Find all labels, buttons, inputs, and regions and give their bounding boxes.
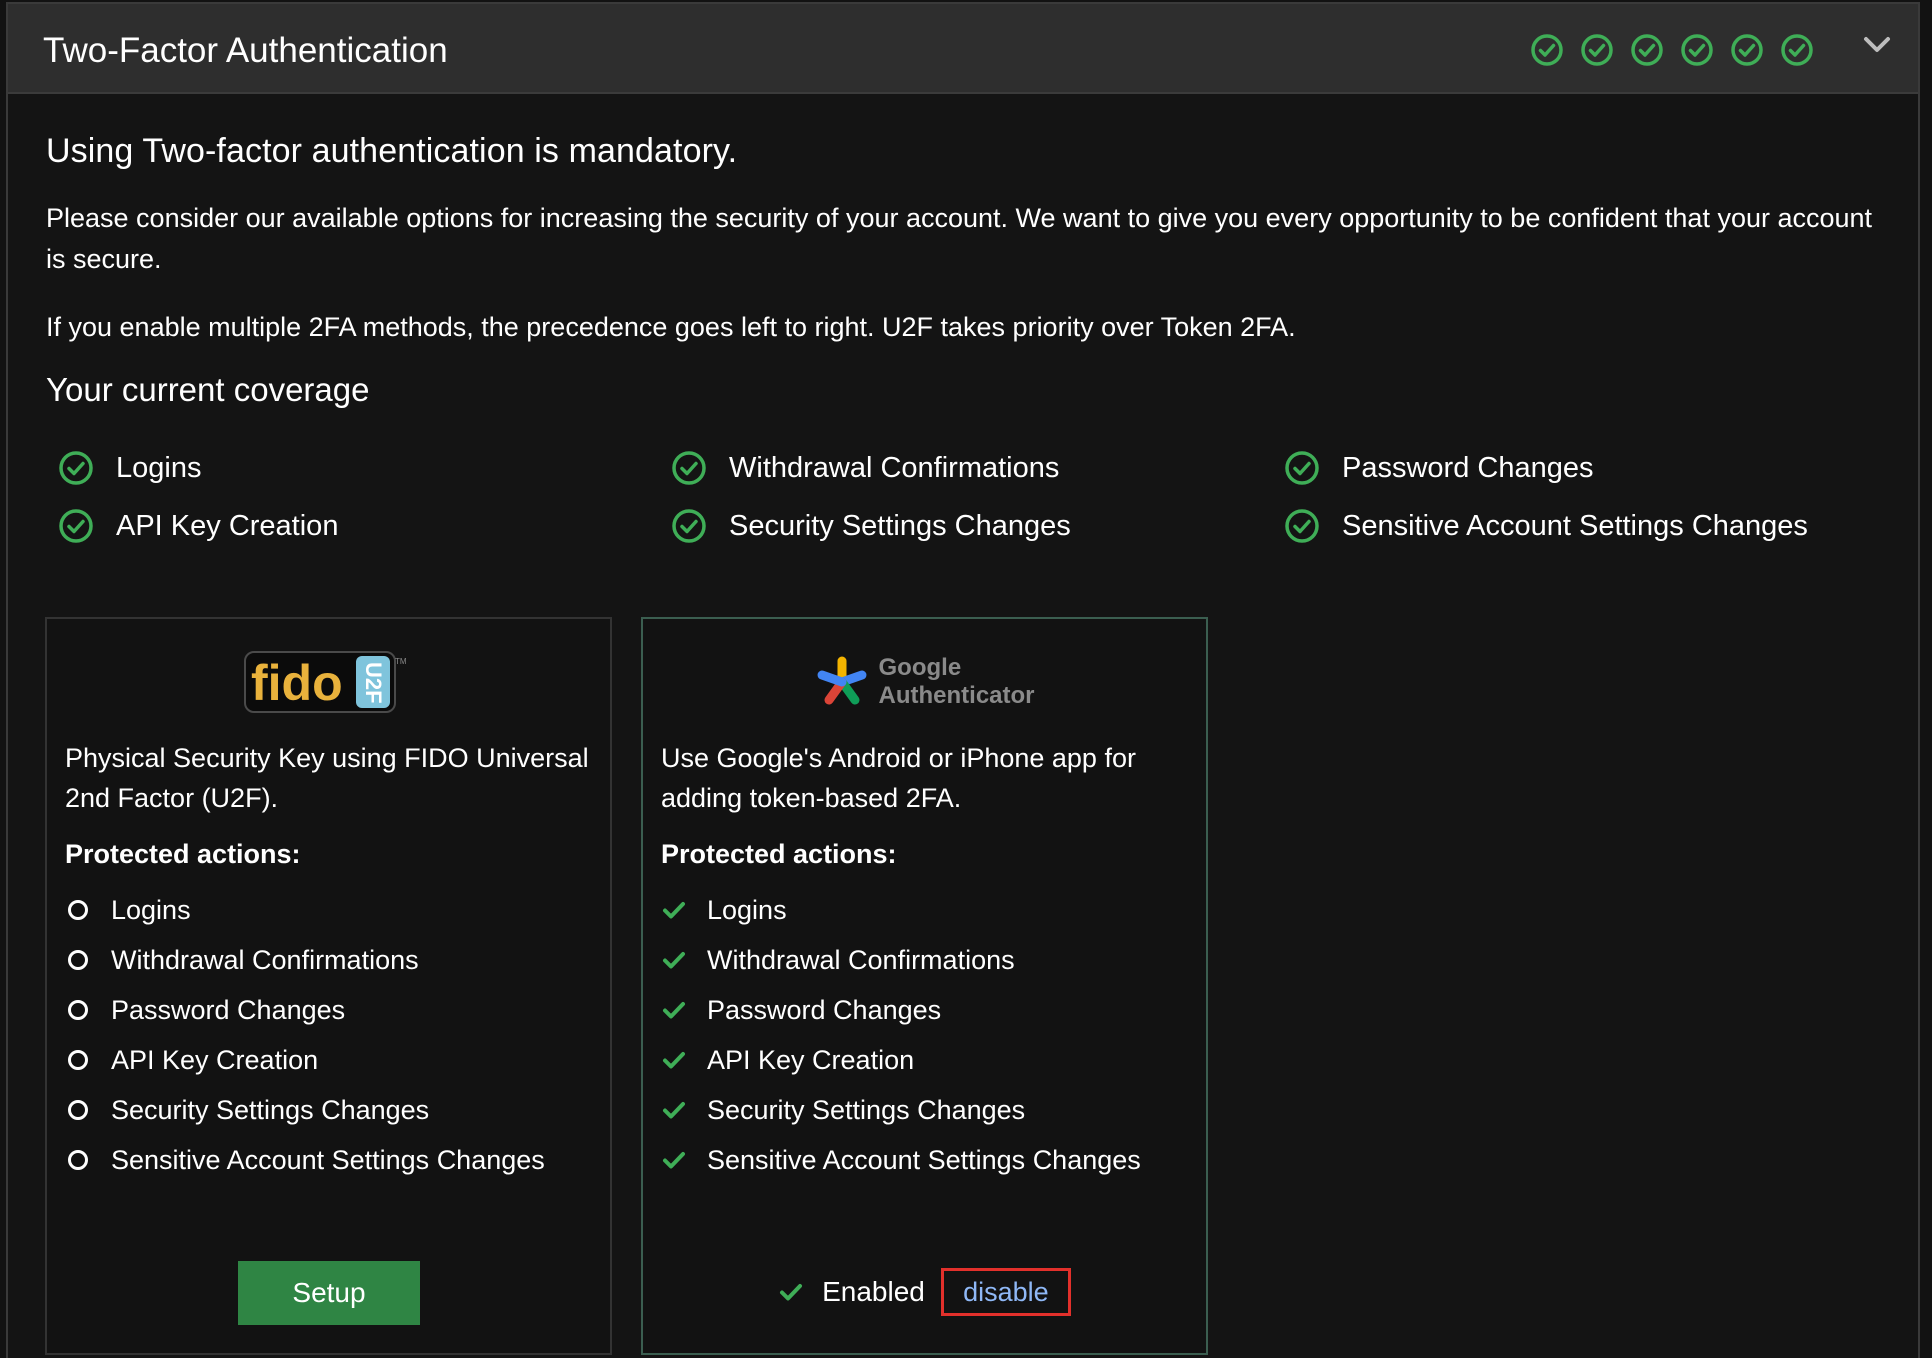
empty-circle-icon <box>68 950 88 970</box>
list-item: Sensitive Account Settings Changes <box>661 1135 1141 1185</box>
google-protected-actions: Logins Withdrawal Confirmations Password… <box>661 885 1141 1185</box>
coverage-item: Security Settings Changes <box>671 497 1284 555</box>
action-label: Logins <box>111 894 191 925</box>
coverage-label: API Key Creation <box>116 509 339 542</box>
disable-button[interactable]: disable <box>940 1268 1071 1316</box>
logo-line-authenticator: Authenticator <box>878 682 1035 709</box>
check-icon <box>663 1102 685 1119</box>
google-authenticator-wordmark: Google Authenticator <box>879 654 1035 710</box>
action-label: Security Settings Changes <box>707 1094 1026 1125</box>
coverage-label: Logins <box>116 451 202 484</box>
empty-circle-icon <box>68 1050 88 1070</box>
action-label: Withdrawal Confirmations <box>111 944 419 975</box>
google-status-row: Enabled disable <box>643 1267 1206 1317</box>
empty-circle-icon <box>68 1150 88 1170</box>
check-circle-icon <box>1731 34 1763 66</box>
check-circle-icon <box>1581 34 1613 66</box>
check-icon <box>663 1052 685 1069</box>
list-item: Security Settings Changes <box>661 1085 1141 1135</box>
chevron-down-icon[interactable] <box>1860 30 1894 60</box>
action-label: Password Changes <box>707 994 942 1025</box>
check-circle-icon <box>672 451 706 485</box>
logo-line-google: Google <box>878 654 962 681</box>
header-status-icons <box>1530 33 1814 67</box>
coverage-label: Security Settings Changes <box>729 509 1071 542</box>
mandatory-notice: Using Two-factor authentication is manda… <box>46 132 738 170</box>
coverage-item: API Key Creation <box>58 497 671 555</box>
check-circle-icon <box>1285 509 1319 543</box>
enabled-status: Enabled <box>822 1276 925 1307</box>
panel-title: Two-Factor Authentication <box>43 31 448 70</box>
fido-logo-tm: TM <box>395 657 407 666</box>
check-circle-icon <box>1285 451 1319 485</box>
google-authenticator-icon <box>817 656 866 705</box>
google-description: Use Google's Android or iPhone app for a… <box>661 743 1136 813</box>
coverage-label: Sensitive Account Settings Changes <box>1342 509 1808 542</box>
coverage-heading: Your current coverage <box>46 371 370 408</box>
fido-logo-icon: fido U2F TM <box>243 651 407 713</box>
list-item: Password Changes <box>661 985 1141 1035</box>
list-item: Logins <box>65 885 545 935</box>
two-factor-panel: Two-Factor Authentication Using Two-fact… <box>6 2 1920 1358</box>
coverage-item: Password Changes <box>1284 439 1898 497</box>
check-circle-icon <box>672 509 706 543</box>
panel-header[interactable]: Two-Factor Authentication <box>8 4 1918 94</box>
list-item: Withdrawal Confirmations <box>661 935 1141 985</box>
check-icon <box>780 1284 803 1301</box>
check-icon <box>663 952 685 969</box>
check-circle-icon <box>59 509 93 543</box>
coverage-item: Logins <box>58 439 671 497</box>
list-item: Password Changes <box>65 985 545 1035</box>
coverage-item: Sensitive Account Settings Changes <box>1284 497 1898 555</box>
fido-description: Physical Security Key using FIDO Univers… <box>65 743 589 813</box>
google-authenticator-logo: Google Authenticator <box>643 647 1206 717</box>
action-label: Password Changes <box>111 994 346 1025</box>
coverage-grid: Logins Withdrawal Confirmations Password… <box>58 439 1898 555</box>
check-icon <box>663 1002 685 1019</box>
empty-circle-icon <box>68 1000 88 1020</box>
list-item: API Key Creation <box>661 1035 1141 1085</box>
check-icon <box>663 1152 685 1169</box>
fido-protected-actions: Logins Withdrawal Confirmations Password… <box>65 885 545 1185</box>
google-authenticator-card: Google Authenticator Use Google's Androi… <box>641 617 1208 1355</box>
action-label: API Key Creation <box>111 1044 319 1075</box>
fido-u2f-logo: fido U2F TM <box>47 647 610 717</box>
fido-logo-text: fido <box>251 655 343 711</box>
action-label: Logins <box>707 894 787 925</box>
list-item: Sensitive Account Settings Changes <box>65 1135 545 1185</box>
list-item: Security Settings Changes <box>65 1085 545 1135</box>
empty-circle-icon <box>68 900 88 920</box>
action-label: Security Settings Changes <box>111 1094 430 1125</box>
coverage-label: Password Changes <box>1342 451 1594 484</box>
google-protected-heading: Protected actions: <box>661 839 897 869</box>
setup-button[interactable]: Setup <box>238 1261 420 1325</box>
check-circle-icon <box>1781 34 1813 66</box>
check-circle-icon <box>1531 34 1563 66</box>
fido-protected-heading: Protected actions: <box>65 839 301 869</box>
check-circle-icon <box>1681 34 1713 66</box>
action-label: Sensitive Account Settings Changes <box>707 1144 1141 1175</box>
fido-u2f-card: fido U2F TM Physical Security Key using … <box>45 617 612 1355</box>
precedence-paragraph: If you enable multiple 2FA methods, the … <box>46 312 1296 342</box>
action-label: Sensitive Account Settings Changes <box>111 1144 545 1175</box>
list-item: Withdrawal Confirmations <box>65 935 545 985</box>
coverage-item: Withdrawal Confirmations <box>671 439 1284 497</box>
check-circle-icon <box>1631 34 1663 66</box>
coverage-label: Withdrawal Confirmations <box>729 451 1060 484</box>
action-label: API Key Creation <box>707 1044 915 1075</box>
list-item: API Key Creation <box>65 1035 545 1085</box>
empty-circle-icon <box>68 1100 88 1120</box>
check-icon <box>663 902 685 919</box>
check-circle-icon <box>59 451 93 485</box>
list-item: Logins <box>661 885 1141 935</box>
intro-paragraph: Please consider our available options fo… <box>46 203 1873 274</box>
fido-logo-badge: U2F <box>361 662 386 704</box>
action-label: Withdrawal Confirmations <box>707 944 1015 975</box>
